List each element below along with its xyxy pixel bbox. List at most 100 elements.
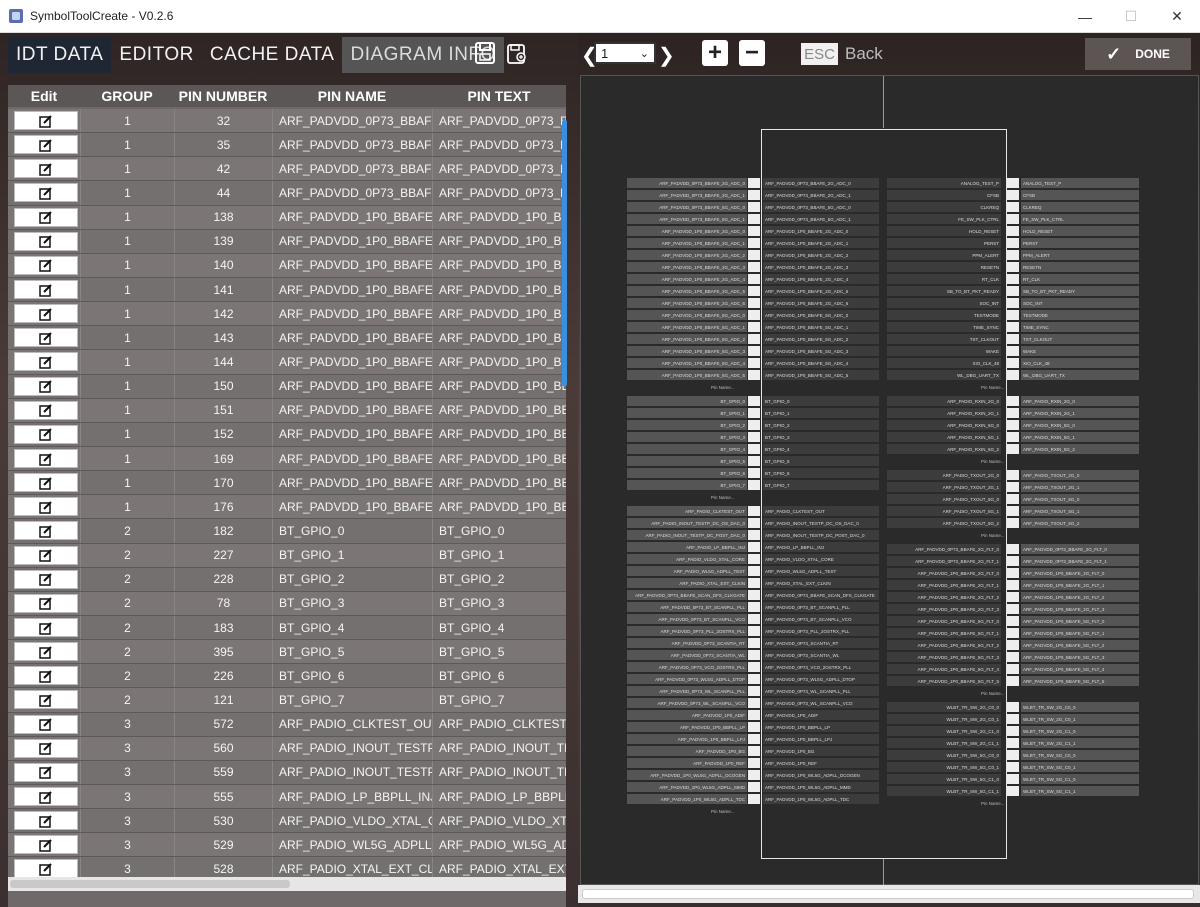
close-icon[interactable]: ✕ (1154, 0, 1200, 33)
edit-button[interactable] (13, 835, 78, 855)
esc-key-badge[interactable]: ESC (801, 43, 838, 65)
table-row[interactable]: 1140ARF_PADVDD_1P0_BBAFE_2G_...ARF_PADVD… (8, 253, 566, 278)
pin-label-outer[interactable]: BT_GPIO_2 (627, 420, 747, 430)
edit-button[interactable] (13, 714, 78, 734)
table-row[interactable]: 2 395 BT_GPIO_5 BT_GPIO_5 (8, 640, 566, 665)
table-row[interactable]: 1142ARF_PADVDD_1P0_BBAFE_2G_...ARF_PADVD… (8, 302, 566, 327)
edit-button[interactable] (13, 521, 78, 541)
edit-button[interactable] (13, 304, 78, 324)
pin-label-outer[interactable]: ARF_PADIO_RXIN_5G_2 (1021, 444, 1139, 454)
pin-label-outer[interactable]: TIME_SYNC (1021, 322, 1139, 332)
table-row[interactable]: 1150ARF_PADVDD_1P0_BBAFE_5G_...ARF_PADVD… (8, 374, 566, 399)
pin-label-outer[interactable]: ARF_PADVDD_1P0_ADIF (627, 710, 747, 720)
edit-button[interactable] (13, 207, 78, 227)
pin-label-outer[interactable]: RT_CLK (1021, 274, 1139, 284)
zoom-out-button[interactable]: − (739, 40, 765, 66)
pin-label-outer[interactable]: ARF_PADVDD_1P0_BBAFE_2G_FLT_3 (1021, 604, 1139, 614)
edit-button[interactable] (13, 811, 78, 831)
edit-button[interactable] (13, 255, 78, 275)
edit-button[interactable] (13, 473, 78, 493)
pin-label-outer[interactable]: ARF_PADVDD_1P0_BBAFE_2G_ADC_3 (627, 262, 747, 272)
header-group[interactable]: GROUP (80, 85, 174, 107)
pin-label-outer[interactable]: ARF_PADVDD_1P0_BBAFE_5G_ADC_5 (627, 370, 747, 380)
pin-label-outer[interactable]: ARF_PADIO_VLDO_XTAL_CORE (627, 554, 747, 564)
zoom-in-button[interactable]: + (702, 40, 728, 66)
table-row[interactable]: 1152ARF_PADVDD_1P0_BBAFE_5G_...ARF_PADVD… (8, 422, 566, 447)
pin-label-outer[interactable]: ARF_PADIO_RXIN_5G_0 (1021, 420, 1139, 430)
pin-label-outer[interactable]: ARF_PADVDD_1P0_BBAFE_5G_FLT_0 (1021, 616, 1139, 626)
table-row[interactable]: 1141ARF_PADVDD_1P0_BBAFE_2G_...ARF_PADVD… (8, 277, 566, 303)
edit-button[interactable] (13, 666, 78, 686)
pin-label-outer[interactable]: ARF_PADVDD_1P0_BBAFE_2G_ADC_2 (627, 250, 747, 260)
pin-label-outer[interactable]: TESTMODE (1021, 310, 1139, 320)
edit-button[interactable] (13, 159, 78, 179)
edit-button[interactable] (13, 497, 78, 517)
pin-label-outer[interactable]: ARF_PADVDD_0P73_WL5G_ADPLL_DTOP (627, 674, 747, 684)
header-pin-name[interactable]: PIN NAME (272, 85, 432, 107)
edit-button[interactable] (13, 690, 78, 710)
pin-label-outer[interactable]: CLKREQ (1021, 202, 1139, 212)
edit-button[interactable] (13, 569, 78, 589)
pin-label-outer[interactable]: ARF_PADVDD_1P0_BBAFE_5G_ADC_3 (627, 346, 747, 356)
pin-label-outer[interactable]: ARF_PADVDD_1P0_REF (627, 758, 747, 768)
table-row[interactable]: 2 228 BT_GPIO_2 BT_GPIO_2 (8, 567, 566, 592)
pin-label-outer[interactable]: BT_GPIO_1 (627, 408, 747, 418)
pin-label-outer[interactable]: CFSB (1021, 190, 1139, 200)
pin-label-outer[interactable]: ARF_PADVDD_1P0_BBAFE_5G_ADC_2 (627, 334, 747, 344)
pin-label-outer[interactable]: WLBT_TR_SW_2G_C0_1 (1021, 714, 1139, 724)
edit-button[interactable] (13, 376, 78, 396)
pin-label-outer[interactable]: ARF_PADVDD_1P0_WL5G_ADPLL_TDC (627, 794, 747, 804)
table-row[interactable]: 132ARF_PADVDD_0P73_BBAFE_2G...ARF_PADVDD… (8, 109, 566, 134)
table-vertical-scrollbar[interactable] (562, 120, 567, 386)
table-row[interactable]: 2 182 BT_GPIO_0 BT_GPIO_0 (8, 519, 566, 544)
table-row[interactable]: 3559ARF_PADIO_INOUT_TESTP_DC...ARF_PADIO… (8, 760, 566, 785)
table-row[interactable]: 2 227 BT_GPIO_1 BT_GPIO_1 (8, 543, 566, 568)
pin-label-outer[interactable]: ARF_PADVDD_0P73_BBAFE_2G_FLT_1 (1021, 556, 1139, 566)
pin-label-outer[interactable]: ARF_PADVDD_0P73_BT_SCANPLL_PLL (627, 602, 747, 612)
export-icon[interactable] (506, 41, 528, 65)
edit-button[interactable] (13, 787, 78, 806)
pin-label-outer[interactable]: BT_GPIO_5 (627, 456, 747, 466)
edit-button[interactable] (13, 400, 78, 420)
table-row[interactable]: 1138ARF_PADVDD_1P0_BBAFE_2G_...ARF_PADVD… (8, 205, 566, 230)
pin-label-outer[interactable]: BT_GPIO_7 (627, 480, 747, 490)
table-row[interactable]: 1143ARF_PADVDD_1P0_BBAFE_2G_...ARF_PADVD… (8, 326, 566, 351)
pin-label-outer[interactable]: ARF_PADIO_TXOUT_2G_0 (1021, 470, 1139, 480)
table-row[interactable]: 2 78 BT_GPIO_3 BT_GPIO_3 (8, 591, 566, 616)
pin-label-outer[interactable]: ARF_PADVDD_0P73_WL_SCANPLL_VCO (627, 698, 747, 708)
table-row[interactable]: 1144ARF_PADVDD_1P0_BBAFE_2G_...ARF_PADVD… (8, 350, 566, 375)
header-pin-number[interactable]: PIN NUMBER (174, 85, 272, 107)
pin-label-outer[interactable]: ARF_PADVDD_1P0_BBAFE_5G_FLT_3 (1021, 652, 1139, 662)
pin-label-outer[interactable]: ARF_PADVDD_1P0_BBPLL_LP (627, 722, 747, 732)
table-row[interactable]: 3560ARF_PADIO_INOUT_TESTP_DC...ARF_PADIO… (8, 736, 566, 761)
pin-label-outer[interactable]: ARF_PADVDD_0P73_PLL_2OSTRX_PLL (627, 626, 747, 636)
pin-label-outer[interactable]: ARF_PADIO_TXOUT_5G_0 (1021, 494, 1139, 504)
edit-button[interactable] (13, 111, 78, 131)
scrollbar-thumb[interactable] (10, 880, 290, 888)
pin-label-outer[interactable]: FE_SW_PLK_CTRL (1021, 214, 1139, 224)
done-button[interactable]: ✓ DONE (1085, 38, 1191, 70)
edit-button[interactable] (13, 449, 78, 469)
edit-button[interactable] (13, 738, 78, 758)
pin-label-outer[interactable]: ARF_PADVDD_1P0_BBAFE_5G_FLT_2 (1021, 640, 1139, 650)
edit-button[interactable] (13, 280, 78, 300)
pin-label-outer[interactable]: ARF_PADVDD_1P0_BBPLL_LPJ (627, 734, 747, 744)
pin-label-outer[interactable]: ARF_PADVDD_1P0_BBAFE_2G_ADC_1 (627, 238, 747, 248)
table-row[interactable]: 144ARF_PADVDD_0P73_BBAFE_5G...ARF_PADVDD… (8, 181, 566, 206)
table-row[interactable]: 142ARF_PADVDD_0P73_BBAFE_5G...ARF_PADVDD… (8, 157, 566, 182)
pin-label-outer[interactable]: ARF_PADVDD_0P73_BT_SCANPLL_VCO (627, 614, 747, 624)
pin-label-outer[interactable]: ARF_PADVDD_1P0_BG (627, 746, 747, 756)
pin-label-outer[interactable]: ARF_PADVDD_1P0_WL5G_ADPLL_MMD (627, 782, 747, 792)
pin-label-outer[interactable]: SB_TO_BT_PKT_READY (1021, 286, 1139, 296)
pin-label-outer[interactable]: BT_GPIO_3 (627, 432, 747, 442)
pin-label-outer[interactable]: BT_GPIO_6 (627, 468, 747, 478)
pin-label-outer[interactable]: ARF_PADIO_RXIN_2G_1 (1021, 408, 1139, 418)
pin-label-outer[interactable]: ARF_PADIO_WL5G_ADPLL_TEST (627, 566, 747, 576)
table-row[interactable]: 3529ARF_PADIO_WL5G_ADPLL_TESTARF_PADIO_W… (8, 833, 566, 858)
pin-label-outer[interactable]: WLBT_TR_SW_5G_C1_1 (1021, 786, 1139, 796)
pin-label-outer[interactable]: BT_GPIO_4 (627, 444, 747, 454)
table-row[interactable]: 2 121 BT_GPIO_7 BT_GPIO_7 (8, 688, 566, 713)
pin-label-outer[interactable]: ARF_PADVDD_1P0_BBAFE_5G_ADC_4 (627, 358, 747, 368)
pin-label-outer[interactable]: ARF_PADVDD_1P0_BBAFE_5G_FLT_5 (1021, 676, 1139, 686)
pin-label-outer[interactable]: ARF_PADVDD_1P0_BBAFE_2G_FLT_1 (1021, 580, 1139, 590)
